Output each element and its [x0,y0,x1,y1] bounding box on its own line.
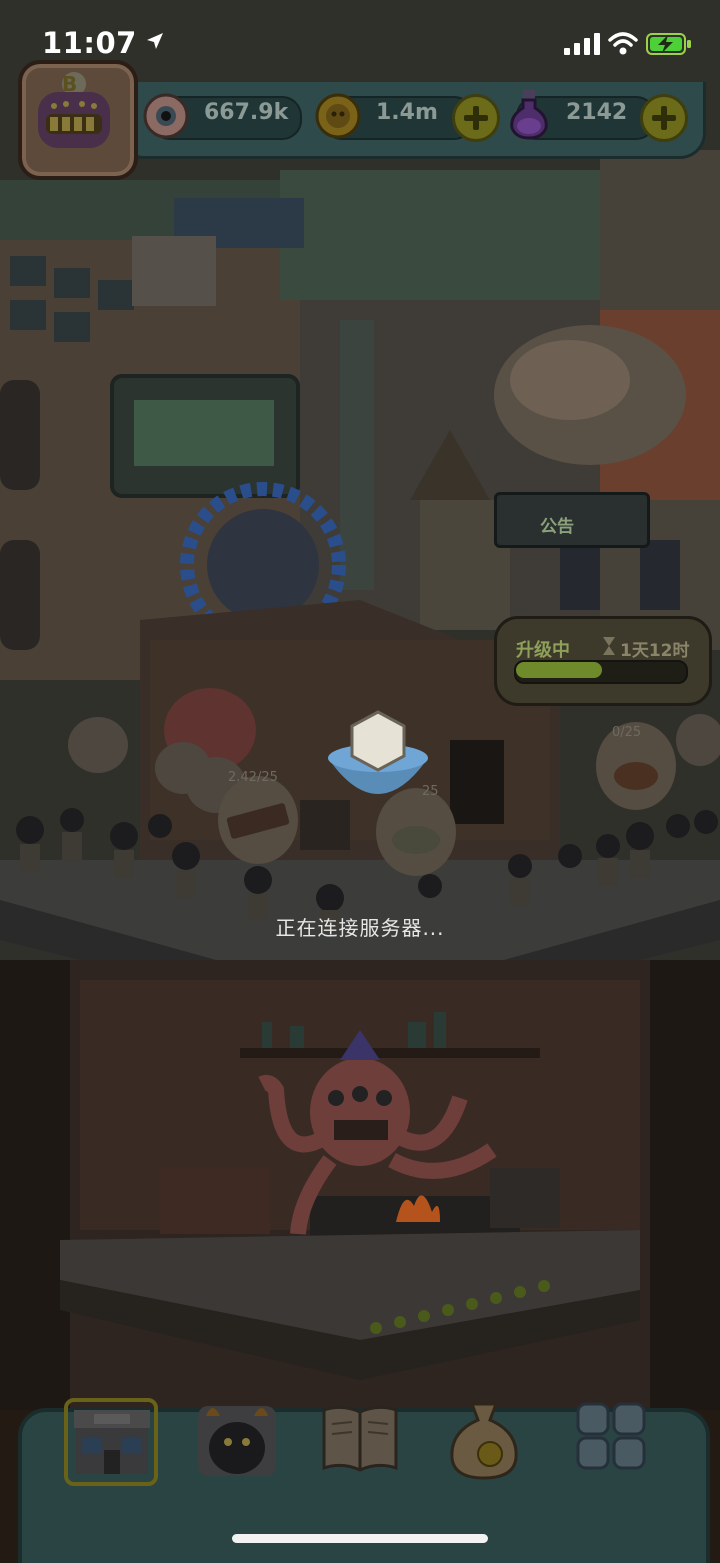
loading-message: 正在连接服务器... [275,916,445,940]
coin-icon [315,93,361,139]
upgrade-progress-fill [516,662,602,678]
upgrade-timer: 1天12时 [620,641,690,661]
potion-icon [510,90,548,140]
cellular-signal-icon [564,33,600,55]
nav-shop-button[interactable] [444,1398,540,1494]
home-indicator[interactable] [232,1534,488,1543]
stall-b-likes: 25 [422,784,439,799]
nav-more-button[interactable] [574,1398,670,1494]
add-coins-button[interactable] [452,94,500,142]
nav-recipe-book-button[interactable] [320,1398,416,1494]
coin-value: 1.4m [376,100,438,125]
eyeball-icon [143,93,189,139]
hourglass-icon [603,637,615,655]
potion-value: 2142 [566,100,628,125]
avatar-letter: B [62,72,78,96]
grid-menu-icon [576,1402,646,1470]
add-potions-button[interactable] [640,94,688,142]
book-icon [322,1405,398,1472]
game-scene [0,0,720,1559]
notice-board-label: 公告 [540,517,574,537]
upgrade-label: 升级中 [516,640,570,661]
nav-restaurant-button[interactable] [64,1398,160,1494]
monster-icon [198,1406,276,1476]
stall-a-likes: 2.42/25 [228,770,278,785]
battery-charging-icon [646,33,691,55]
wifi-icon [608,32,638,55]
location-arrow-icon [147,33,163,49]
money-bag-icon [450,1402,518,1480]
status-time: 11:07 [42,26,137,60]
eyeball-value: 667.9k [204,100,289,125]
nav-monster-button[interactable] [194,1398,290,1494]
player-avatar-button[interactable]: B [18,60,138,180]
restaurant-building-icon [64,1398,158,1486]
stall-c-likes: 0/25 [612,725,642,740]
